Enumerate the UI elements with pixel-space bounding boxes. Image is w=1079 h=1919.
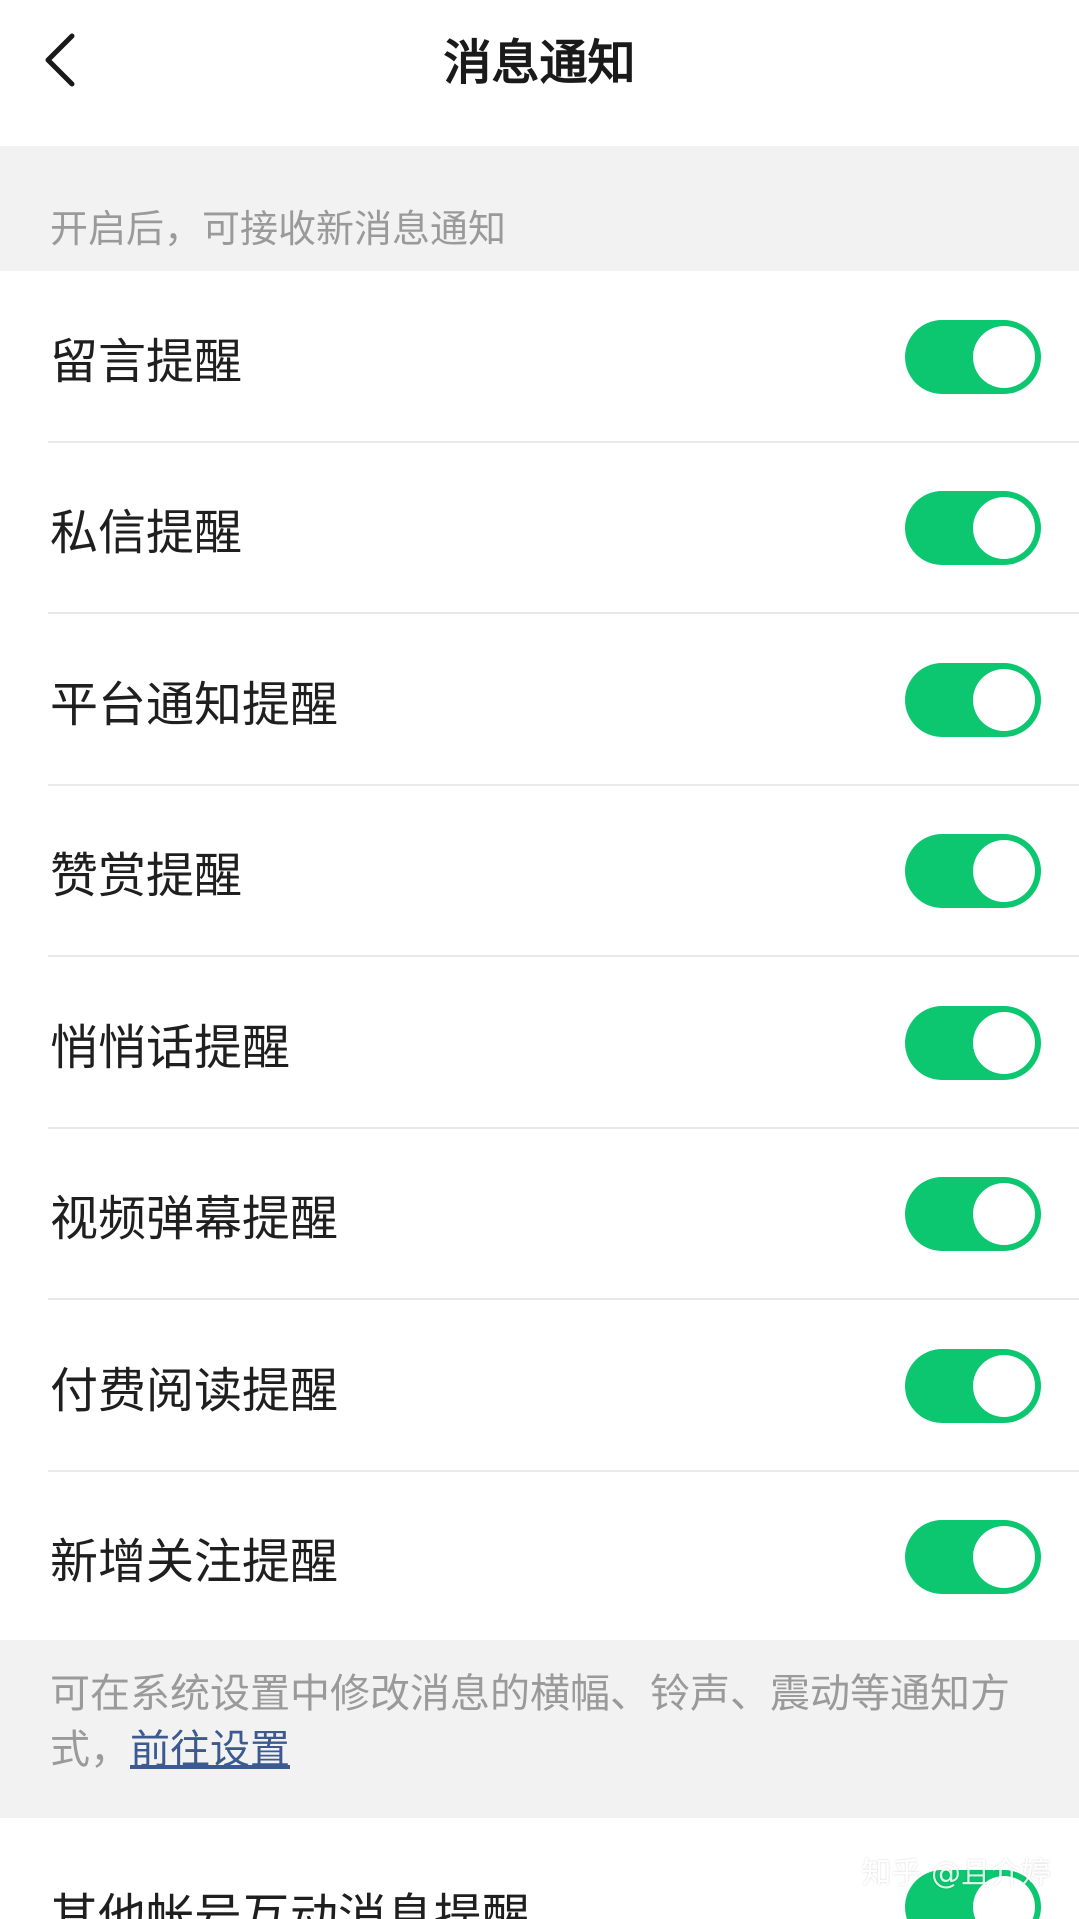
setting-row: 赞赏提醒 — [0, 786, 1079, 957]
section-header: 开启后，可接收新消息通知 — [0, 146, 1079, 271]
setting-label: 赞赏提醒 — [50, 848, 243, 905]
setting-label: 视频弹幕提醒 — [50, 1191, 339, 1248]
setting-row: 平台通知提醒 — [0, 614, 1079, 786]
toggle-knob — [973, 1526, 1035, 1589]
toggle-knob — [973, 1011, 1035, 1074]
system-settings-note: 可在系统设置中修改消息的横幅、铃声、震动等通知方式，前往设置 — [0, 1640, 1079, 1818]
setting-toggle[interactable] — [905, 319, 1041, 394]
setting-row: 新增关注提醒 — [0, 1472, 1079, 1644]
toggle-knob — [973, 1183, 1035, 1246]
setting-toggle[interactable] — [905, 1520, 1041, 1595]
setting-toggle[interactable] — [905, 491, 1041, 566]
setting-label: 新增关注提醒 — [50, 1534, 339, 1591]
setting-row: 付费阅读提醒 — [0, 1300, 1079, 1472]
settings-list: 留言提醒 私信提醒 平台通知提醒 赞赏提醒 悄悄话提醒 视频弹幕提醒 付费阅读提… — [0, 271, 1079, 1643]
setting-label: 其他帐号互动消息提醒 — [50, 1888, 531, 1919]
nav-bar: 消息通知 — [0, 0, 1079, 146]
setting-row: 私信提醒 — [0, 443, 1079, 614]
toggle-knob — [973, 668, 1035, 731]
setting-toggle[interactable] — [905, 1348, 1041, 1423]
setting-label: 平台通知提醒 — [50, 676, 339, 733]
setting-row: 悄悄话提醒 — [0, 957, 1079, 1129]
setting-row: 视频弹幕提醒 — [0, 1129, 1079, 1300]
note-text: 可在系统设置中修改消息的横幅、铃声、震动等通知方式，前往设置 — [50, 1666, 1050, 1778]
setting-label: 留言提醒 — [50, 333, 243, 390]
setting-toggle[interactable] — [905, 834, 1041, 909]
setting-toggle[interactable] — [905, 1005, 1041, 1080]
setting-toggle[interactable] — [905, 1177, 1041, 1252]
setting-row: 留言提醒 — [0, 271, 1079, 443]
setting-label: 付费阅读提醒 — [50, 1362, 339, 1419]
setting-toggle[interactable] — [905, 662, 1041, 737]
watermark: 知乎 @且介婷 — [861, 1856, 1051, 1891]
page-title: 消息通知 — [443, 35, 636, 91]
toggle-knob — [973, 325, 1035, 388]
setting-label: 私信提醒 — [50, 505, 243, 562]
setting-label: 悄悄话提醒 — [50, 1019, 291, 1076]
go-to-settings-link[interactable]: 前往设置 — [130, 1727, 290, 1773]
section-header-text: 开启后，可接收新消息通知 — [50, 207, 507, 251]
toggle-knob — [973, 497, 1035, 560]
notification-settings-page: 消息通知 开启后，可接收新消息通知 留言提醒 私信提醒 平台通知提醒 赞赏提醒 … — [0, 0, 1079, 1919]
toggle-knob — [973, 840, 1035, 903]
toggle-knob — [973, 1354, 1035, 1417]
